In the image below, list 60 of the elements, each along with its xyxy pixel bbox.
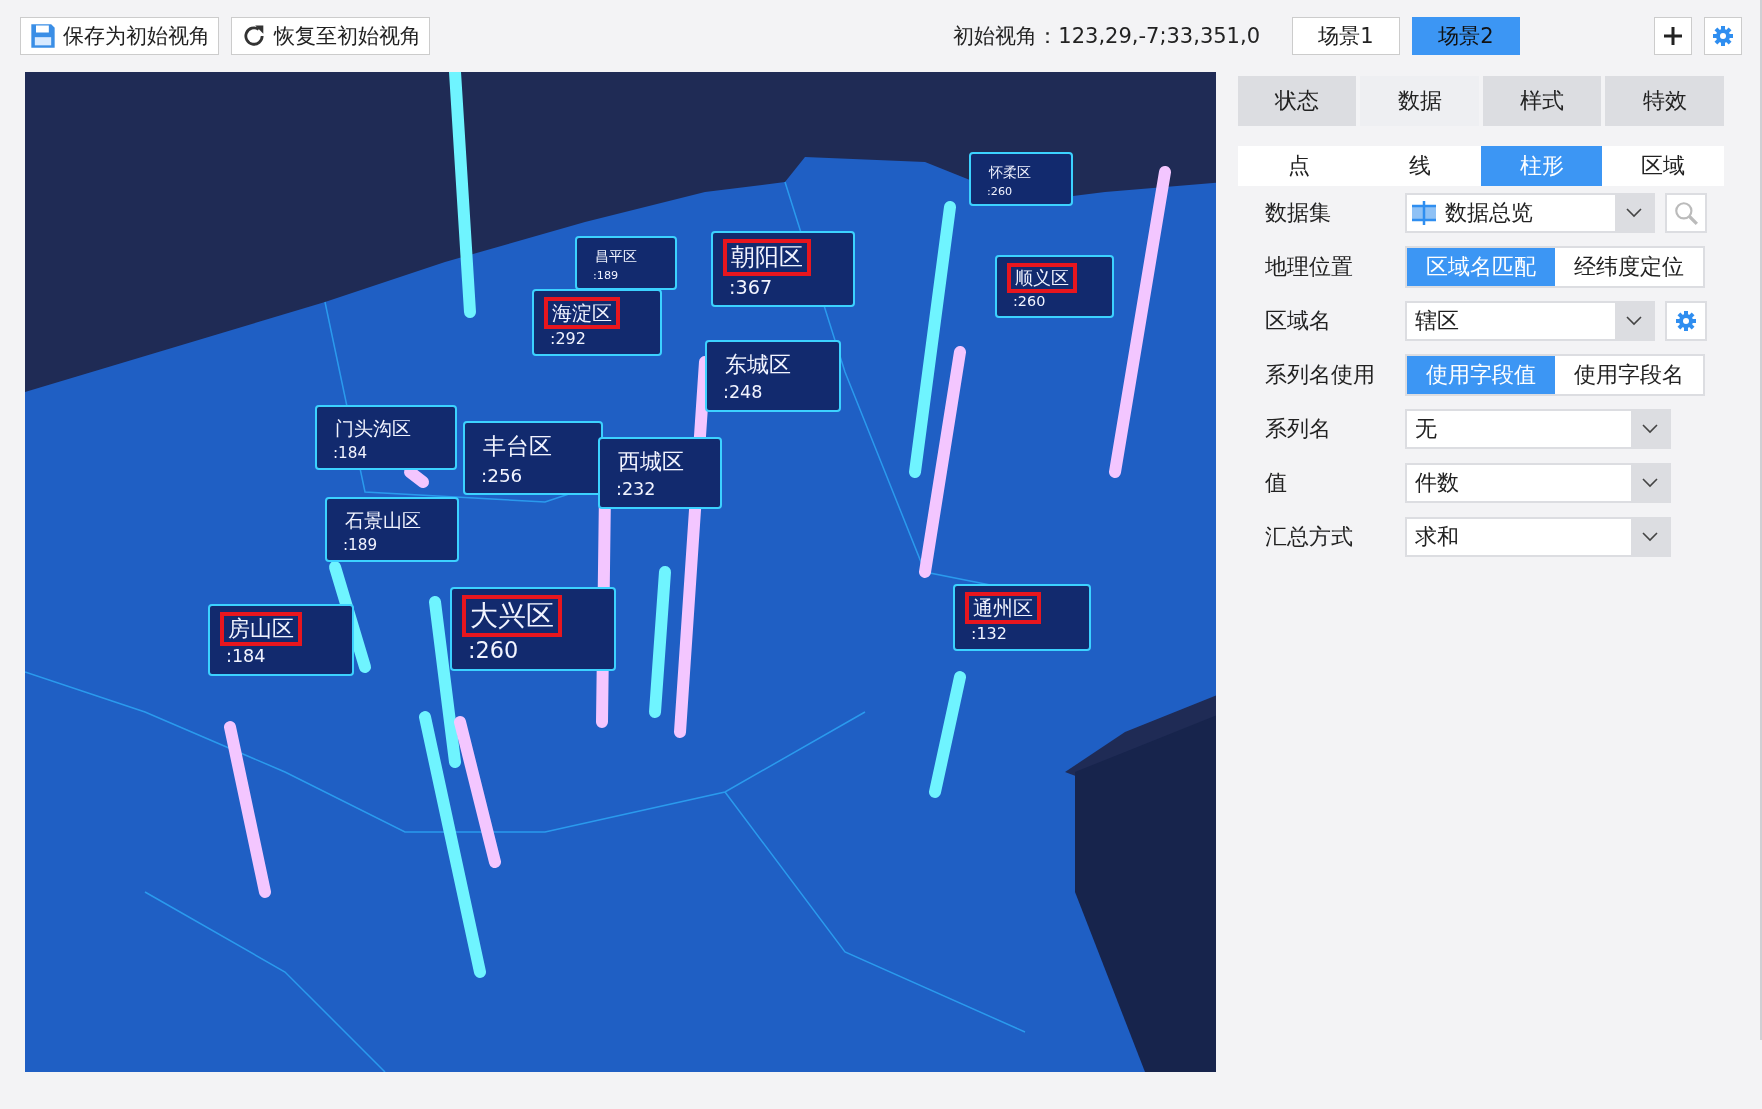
district-value: :292 [549,329,586,349]
settings-icon [1673,309,1698,333]
caret-icon [1641,424,1658,434]
district-name: 大兴区 [462,595,562,637]
district-value: :189 [592,268,619,283]
district-value: :184 [332,443,368,463]
initial-view-text: 初始视角：123,29,-7;33,351,0 [953,23,1260,50]
field-label: 地理位置 [1264,253,1354,281]
scene-tab[interactable]: 场景1 [1292,17,1400,55]
caret-icon [1641,532,1658,542]
district-value: :189 [342,535,378,555]
district-name: 朝阳区 [723,239,811,276]
dropdown[interactable]: 求和 [1404,517,1671,557]
district-name: 昌平区 [594,247,638,266]
district-value: :260 [986,184,1013,199]
district-name: 房山区 [220,612,302,647]
search-icon [1672,200,1699,226]
district-value: :260 [467,636,519,664]
plus-icon [1661,24,1685,48]
panel-tab[interactable]: 特效 [1605,76,1725,126]
dropdown[interactable]: 数据总览 [1404,193,1655,233]
restore-view-button[interactable]: 恢复至初始视角 [231,17,430,55]
district-value: :260 [1012,292,1046,310]
panel-tab[interactable]: 样式 [1482,76,1602,126]
field-label: 区域名 [1264,307,1332,335]
district-name: 通州区 [965,592,1041,624]
settings-icon [1711,24,1735,48]
field-label: 汇总方式 [1264,523,1354,551]
field-label: 系列名 [1264,415,1332,443]
field-label: 值 [1264,469,1288,497]
add-button[interactable] [1654,17,1692,55]
district-name: 门头沟区 [334,416,412,441]
district-name: 海淀区 [544,297,620,329]
district-name: 西城区 [617,448,685,476]
district-value: :256 [480,464,523,487]
scene-tab[interactable]: 场景2 [1412,17,1520,55]
district-value: :367 [728,275,773,299]
dropdown[interactable]: 件数 [1404,463,1671,503]
district-name: 怀柔区 [987,163,1032,182]
caret-icon [1625,208,1642,218]
dropdown[interactable]: 无 [1404,409,1671,449]
settings-button[interactable] [1704,17,1742,55]
district-value: :248 [722,382,763,404]
search-button[interactable] [1664,193,1707,233]
district-name: 石景山区 [344,508,422,533]
caret-icon [1625,316,1642,326]
district-name: 丰台区 [482,432,553,461]
field-label: 数据集 [1264,199,1332,227]
district-value: :232 [615,479,656,501]
save-view-button[interactable]: 保存为初始视角 [20,17,219,55]
panel-tab[interactable]: 数据 [1360,76,1479,126]
district-value: :132 [970,624,1007,644]
district-name: 顺义区 [1007,263,1077,293]
district-value: :184 [225,646,266,668]
district-name: 东城区 [724,351,792,379]
caret-icon [1641,478,1658,488]
panel-tab[interactable]: 状态 [1237,76,1357,126]
dropdown[interactable]: 辖区 [1404,301,1655,341]
settings-button[interactable] [1664,301,1707,341]
field-label: 系列名使用 [1264,361,1376,389]
